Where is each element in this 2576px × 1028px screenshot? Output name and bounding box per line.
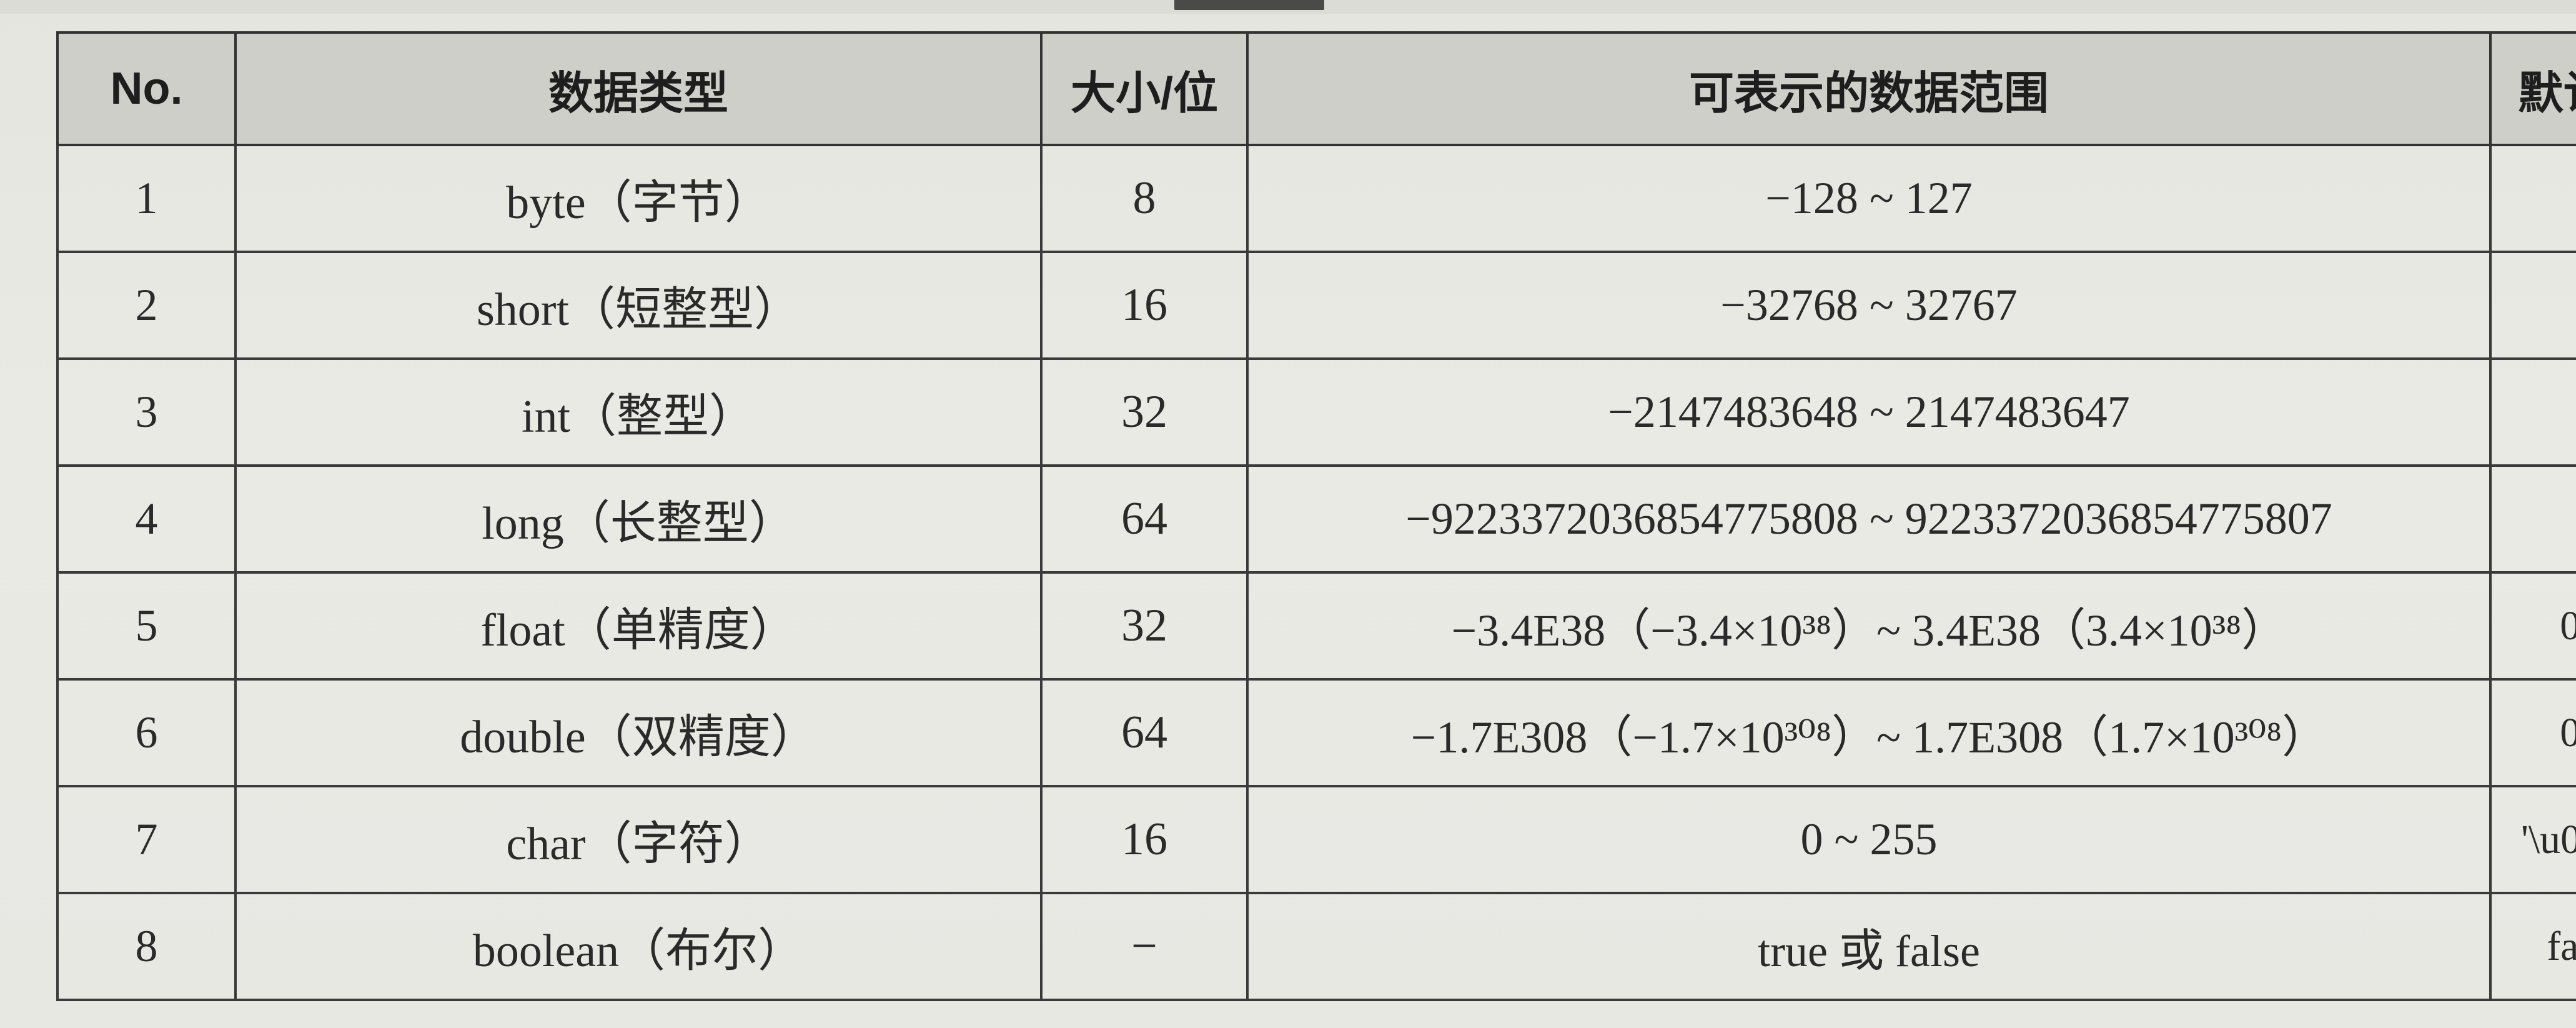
document-page: No. 数据类型 大小/位 可表示的数据范围 默认值 1 byte（字节） 8 … (0, 0, 2576, 1028)
cell-range: −9223372036854775808 ~ 92233720368547758… (1246, 464, 2492, 574)
cell-type: byte（字节） (234, 144, 1043, 253)
cell-range: −2147483648 ~ 2147483647 (1246, 357, 2492, 467)
cell-type: char（字符） (234, 785, 1043, 894)
cell-default: 0 (2489, 464, 2576, 574)
cell-type: int（整型） (234, 357, 1043, 467)
header-range: 可表示的数据范围 (1246, 31, 2492, 146)
table-row: 7 char（字符） 16 0 ~ 255 '\u0000' (56, 785, 2576, 894)
cell-size: 16 (1040, 251, 1249, 360)
cell-no: 2 (56, 251, 237, 360)
cell-default: false (2489, 892, 2576, 1001)
cell-range: −128 ~ 127 (1246, 144, 2492, 253)
cell-size: 32 (1040, 357, 1249, 467)
header-data-type: 数据类型 (234, 31, 1043, 146)
cell-type: long（长整型） (234, 464, 1043, 574)
cell-range: true 或 false (1246, 892, 2492, 1001)
cell-default: 0.0 (2489, 678, 2576, 787)
cell-no: 8 (56, 892, 237, 1001)
cell-size: 64 (1040, 464, 1249, 574)
data-types-table: No. 数据类型 大小/位 可表示的数据范围 默认值 1 byte（字节） 8 … (56, 31, 2576, 1001)
table-row: 8 boolean（布尔） − true 或 false false (56, 892, 2576, 1001)
cell-size: 8 (1040, 144, 1249, 253)
cell-default: 0 (2489, 144, 2576, 253)
cropped-caption (1174, 0, 1324, 10)
table-row: 2 short（短整型） 16 −32768 ~ 32767 0 (56, 251, 2576, 360)
cell-range: −1.7E308（−1.7×10³⁰⁸）~ 1.7E308（1.7×10³⁰⁸） (1246, 678, 2492, 787)
cell-default: 0 (2489, 251, 2576, 360)
cell-no: 5 (56, 571, 237, 681)
cell-default: 0 (2489, 357, 2576, 467)
cell-size: 64 (1040, 678, 1249, 787)
table-row: 3 int（整型） 32 −2147483648 ~ 2147483647 0 (56, 357, 2576, 467)
cell-no: 7 (56, 785, 237, 894)
cell-default: 0.0 (2489, 571, 2576, 681)
table-row: 1 byte（字节） 8 −128 ~ 127 0 (56, 144, 2576, 253)
header-no: No. (56, 31, 237, 146)
cell-default: '\u0000' (2489, 785, 2576, 894)
cell-type: double（双精度） (234, 678, 1043, 787)
header-default: 默认值 (2489, 31, 2576, 146)
cell-type: boolean（布尔） (234, 892, 1043, 1001)
cell-range: 0 ~ 255 (1246, 785, 2492, 894)
header-size-bits: 大小/位 (1040, 31, 1249, 146)
cell-size: 32 (1040, 571, 1249, 681)
cell-type: float（单精度） (234, 571, 1043, 681)
table-row: 6 double（双精度） 64 −1.7E308（−1.7×10³⁰⁸）~ 1… (56, 678, 2576, 787)
cell-size: − (1040, 892, 1249, 1001)
cell-type: short（短整型） (234, 251, 1043, 360)
header-row: No. 数据类型 大小/位 可表示的数据范围 默认值 (56, 31, 2576, 146)
table-row: 4 long（长整型） 64 −9223372036854775808 ~ 92… (56, 464, 2576, 574)
cell-no: 6 (56, 678, 237, 787)
cell-no: 1 (56, 144, 237, 253)
cell-range: −3.4E38（−3.4×10³⁸）~ 3.4E38（3.4×10³⁸） (1246, 571, 2492, 681)
cell-range: −32768 ~ 32767 (1246, 251, 2492, 360)
cell-size: 16 (1040, 785, 1249, 894)
cell-no: 4 (56, 464, 237, 574)
table-row: 5 float（单精度） 32 −3.4E38（−3.4×10³⁸）~ 3.4E… (56, 571, 2576, 681)
cell-no: 3 (56, 357, 237, 467)
